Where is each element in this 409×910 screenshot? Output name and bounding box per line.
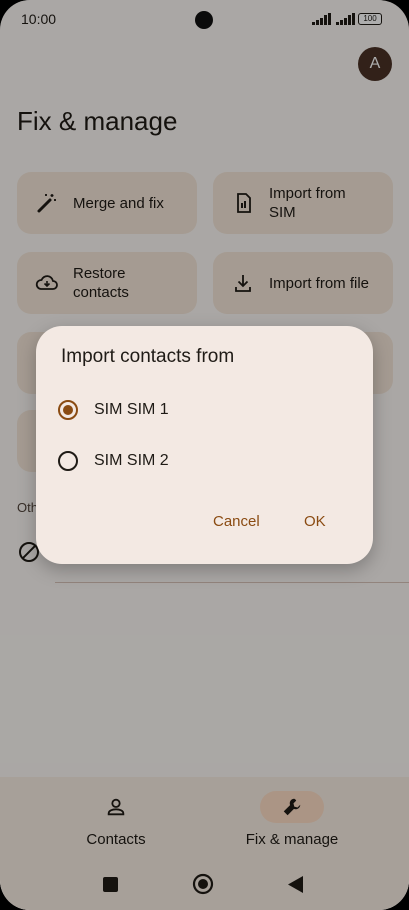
import-contacts-dialog: Import contacts from SIM SIM 1 SIM SIM 2… — [36, 326, 373, 564]
option-sim-2[interactable]: SIM SIM 2 — [58, 441, 358, 481]
option-label: SIM SIM 1 — [94, 401, 169, 418]
radio-button-selected[interactable] — [58, 400, 78, 420]
dialog-title: Import contacts from — [61, 346, 235, 367]
radio-button[interactable] — [58, 451, 78, 471]
option-sim-1[interactable]: SIM SIM 1 — [58, 390, 358, 430]
cancel-button[interactable]: Cancel — [207, 509, 266, 534]
phone-screen: 10:00 100 A Fix & manage Merge and fix I… — [0, 0, 409, 910]
option-label: SIM SIM 2 — [94, 452, 169, 469]
ok-button[interactable]: OK — [298, 509, 332, 534]
